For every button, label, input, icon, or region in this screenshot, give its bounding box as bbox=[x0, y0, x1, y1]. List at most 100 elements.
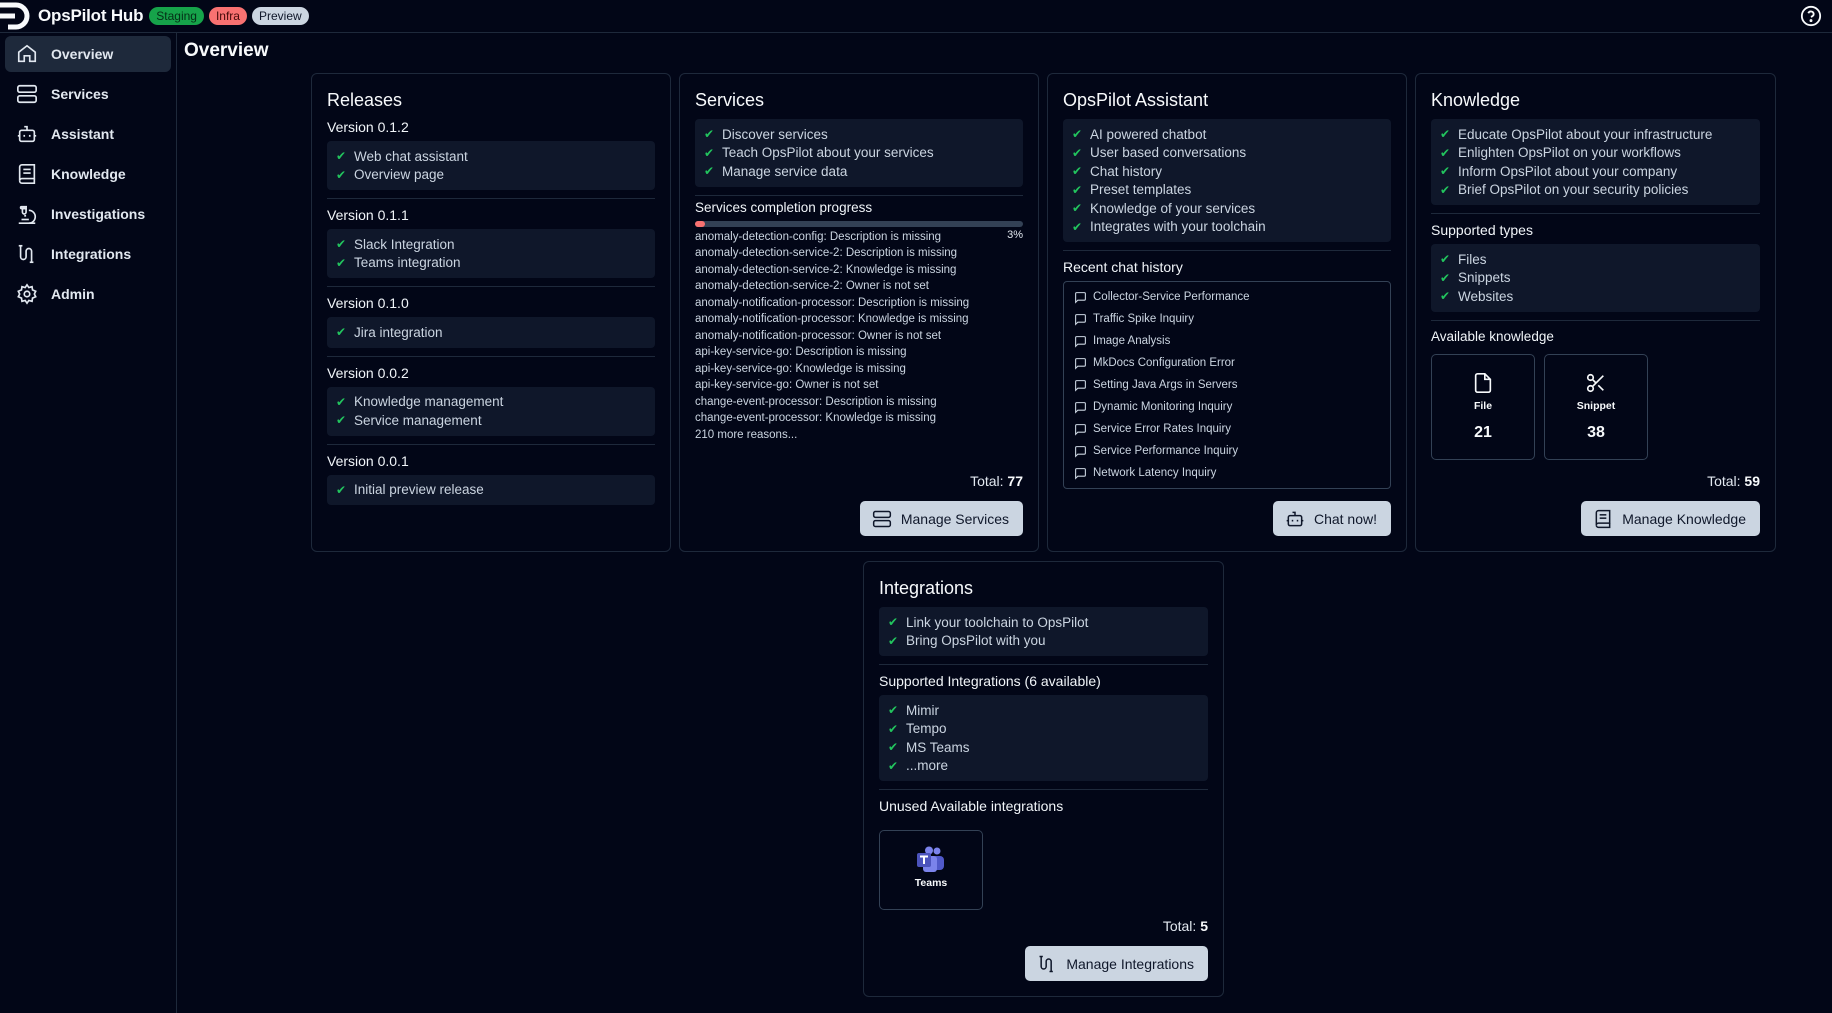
chat-history-item[interactable]: Image Analysis bbox=[1074, 330, 1380, 352]
server-icon bbox=[15, 82, 39, 106]
sidebar-item-label: Investigations bbox=[51, 206, 146, 222]
list-item: ✔ User based conversations bbox=[1072, 145, 1247, 161]
card-title: Services bbox=[695, 90, 765, 110]
check-icon: ✔ bbox=[1440, 145, 1451, 160]
sidebar-item-label: Services bbox=[51, 86, 109, 102]
list-item: ✔ Mimir bbox=[888, 702, 939, 718]
knowledge-tile-file[interactable]: File 21 bbox=[1431, 354, 1535, 460]
sidebar-item-knowledge[interactable]: Knowledge bbox=[5, 156, 171, 192]
help-button[interactable] bbox=[1800, 5, 1822, 30]
message-icon bbox=[1075, 423, 1086, 436]
list-item: ✔ Preset templates bbox=[1072, 182, 1192, 198]
progress-fill bbox=[695, 220, 705, 227]
chat-now-button[interactable]: Chat now! bbox=[1272, 501, 1391, 536]
sidebar-item-label: Knowledge bbox=[51, 166, 126, 182]
sidebar-item-services[interactable]: Services bbox=[5, 76, 171, 112]
card-title: OpsPilot Assistant bbox=[1063, 90, 1209, 110]
card-title: Integrations bbox=[879, 578, 974, 598]
version-label: Version 0.0.1 bbox=[327, 452, 409, 469]
card-title: Releases bbox=[327, 90, 403, 110]
bot-icon bbox=[1285, 509, 1305, 529]
env-badge-infra: Infra bbox=[208, 7, 247, 25]
logo[interactable]: OpsPilot Hub bbox=[0, 2, 143, 30]
check-icon: ✔ bbox=[1440, 164, 1451, 179]
history-label: Recent chat history bbox=[1063, 259, 1183, 275]
chat-history-item[interactable]: MkDocs Configuration Error bbox=[1074, 352, 1380, 374]
list-item: ✔ Manage service data bbox=[704, 163, 848, 179]
list-item: ✔ Discover services bbox=[704, 126, 828, 142]
chat-history-item[interactable]: Dynamic Monitoring Inquiry bbox=[1074, 396, 1380, 418]
route-icon bbox=[15, 242, 39, 266]
list-item: ✔ Teams integration bbox=[336, 255, 461, 271]
message-icon bbox=[1075, 357, 1086, 370]
book-icon bbox=[1593, 509, 1613, 529]
integration-tile-teams[interactable]: Teams bbox=[879, 830, 983, 910]
chat-history-item[interactable]: Setting Java Args in Servers bbox=[1074, 374, 1380, 396]
sidebar-item-integrations[interactable]: Integrations bbox=[5, 236, 171, 272]
version-label: Version 0.1.1 bbox=[327, 207, 409, 223]
knowledge-tile-snippet[interactable]: Snippet 38 bbox=[1544, 354, 1648, 460]
route-icon bbox=[1037, 954, 1057, 974]
check-icon: ✔ bbox=[704, 145, 715, 160]
progress-percent: 3% bbox=[1007, 228, 1023, 241]
bot-icon bbox=[15, 122, 39, 146]
check-icon: ✔ bbox=[888, 758, 899, 773]
sidebar-item-assistant[interactable]: Assistant bbox=[5, 116, 171, 152]
sidebar-item-investigations[interactable]: Investigations bbox=[5, 196, 171, 232]
knowledge-total: Total: 59 bbox=[1707, 473, 1760, 489]
list-item: ✔ Snippets bbox=[1440, 270, 1511, 286]
release-notes: ✔ Jira integration bbox=[327, 317, 655, 348]
file-icon bbox=[1474, 373, 1492, 393]
sidebar-item-label: Integrations bbox=[51, 246, 132, 262]
sidebar-item-admin[interactable]: Admin bbox=[5, 276, 171, 312]
list-item: ✔ Jira integration bbox=[336, 324, 443, 340]
assistant-features: ✔ AI powered chatbot ✔ User based conversa… bbox=[1063, 119, 1391, 242]
check-icon: ✔ bbox=[704, 164, 715, 179]
message-icon bbox=[1075, 335, 1086, 348]
list-item: ✔ Service management bbox=[336, 412, 482, 428]
gear-icon bbox=[15, 282, 39, 306]
check-icon: ✔ bbox=[1440, 182, 1451, 197]
version-label: Version 0.1.2 bbox=[327, 119, 409, 135]
microscope-icon bbox=[15, 202, 39, 226]
check-icon: ✔ bbox=[1440, 289, 1451, 304]
list-item: ✔ Enlighten OpsPilot on your workflows bbox=[1440, 145, 1681, 161]
check-icon: ✔ bbox=[888, 721, 899, 736]
message-icon bbox=[1075, 379, 1086, 392]
sidebar-item-overview[interactable]: Overview bbox=[5, 36, 171, 72]
message-icon bbox=[1075, 291, 1086, 304]
list-item: ✔ MS Teams bbox=[888, 739, 970, 755]
manage-integrations-button[interactable]: Manage Integrations bbox=[1025, 946, 1208, 981]
services-card: Services ✔ Discover services ✔ Teach OpsPi… bbox=[679, 73, 1039, 552]
server-icon bbox=[872, 509, 892, 529]
list-item: ✔ Knowledge of your services bbox=[1072, 200, 1256, 216]
manage-services-button[interactable]: Manage Services bbox=[859, 501, 1023, 536]
list-item: ✔ Files bbox=[1440, 251, 1487, 267]
divider bbox=[327, 198, 655, 199]
check-icon: ✔ bbox=[1072, 219, 1083, 234]
page-title: Overview bbox=[184, 40, 269, 61]
check-icon: ✔ bbox=[1072, 127, 1083, 142]
check-icon: ✔ bbox=[336, 325, 347, 340]
supported-integrations: ✔ Mimir ✔ Tempo ✔ MS Teams ✔ ...more bbox=[879, 695, 1208, 781]
chat-history-list: Collector-Service Performance Traffic Sp… bbox=[1063, 281, 1391, 489]
chat-history-item[interactable]: Network Latency Inquiry bbox=[1074, 462, 1380, 484]
services-progress-bar: 3% bbox=[695, 220, 1023, 241]
list-item: anomaly-notification-processor: Knowledg… bbox=[695, 313, 969, 325]
chat-history-item[interactable]: Service Performance Inquiry bbox=[1074, 440, 1380, 462]
chat-history-item[interactable]: Collector-Service Performance bbox=[1074, 286, 1380, 308]
env-badge-preview: Preview bbox=[251, 7, 309, 25]
list-item: anomaly-notification-processor: Owner is… bbox=[695, 329, 942, 342]
chat-history-item[interactable]: Service Error Rates Inquiry bbox=[1074, 418, 1380, 440]
check-icon: ✔ bbox=[336, 394, 347, 409]
supported-types: ✔ Files ✔ Snippets ✔ Websites bbox=[1431, 244, 1760, 312]
check-icon: ✔ bbox=[888, 703, 899, 718]
list-item: ✔ Bring OpsPilot with you bbox=[888, 633, 1046, 649]
divider bbox=[1063, 250, 1391, 251]
list-item: ✔ Initial preview release bbox=[336, 482, 484, 498]
chat-history-item[interactable]: Traffic Spike Inquiry bbox=[1074, 308, 1380, 330]
manage-knowledge-button[interactable]: Manage Knowledge bbox=[1581, 501, 1760, 536]
card-title: Knowledge bbox=[1431, 90, 1521, 110]
knowledge-card: Knowledge ✔ Educate OpsPilot about your i… bbox=[1415, 73, 1776, 552]
assistant-card: OpsPilot Assistant ✔ AI powered chatbot ✔… bbox=[1047, 73, 1407, 552]
